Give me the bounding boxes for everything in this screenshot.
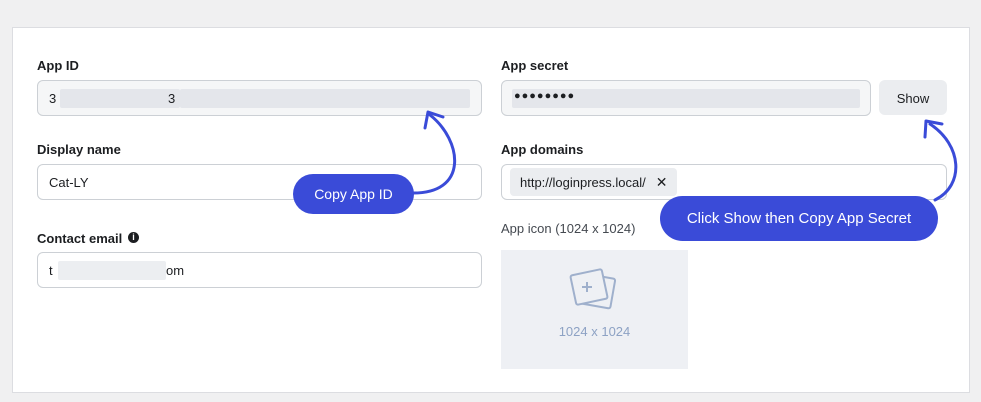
callout-copy-app-secret: Click Show then Copy App Secret (660, 196, 938, 241)
callout-copy-app-id: Copy App ID (293, 174, 414, 214)
